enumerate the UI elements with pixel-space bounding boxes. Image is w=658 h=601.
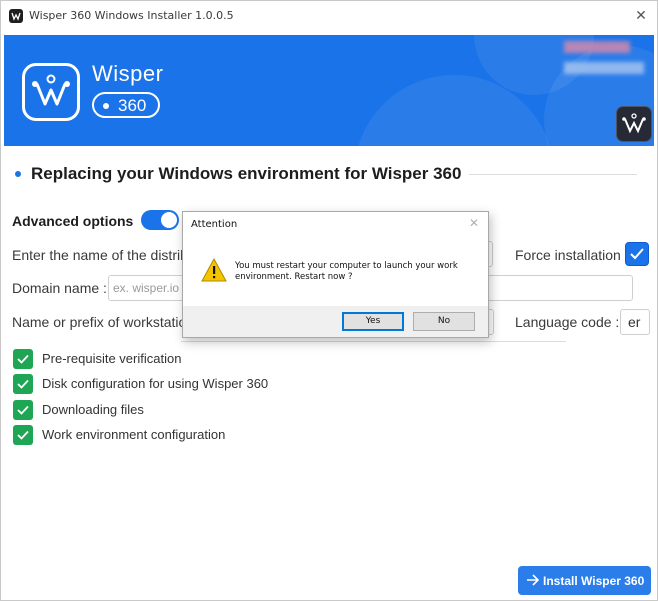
step-label: Disk configuration for using Wisper 360	[42, 376, 269, 391]
force-installation-label: Force installation	[515, 247, 621, 263]
advanced-options-label: Advanced options	[12, 213, 134, 229]
window-title: Wisper 360 Windows Installer 1.0.0.5	[29, 9, 234, 22]
step-done-check-icon	[13, 400, 33, 420]
step-done-check-icon	[13, 374, 33, 394]
force-installation-checkbox[interactable]	[625, 242, 649, 266]
section-title: Replacing your Windows environment for W…	[31, 164, 462, 183]
language-code-input[interactable]: er	[620, 309, 650, 335]
step-done-check-icon	[13, 349, 33, 369]
workstation-label: Name or prefix of workstatio	[12, 314, 187, 330]
dialog-body: You must restart your computer to launch…	[183, 238, 488, 306]
install-button[interactable]: Install Wisper 360	[518, 566, 651, 595]
section-divider	[469, 174, 637, 175]
install-button-label: Install Wisper 360	[543, 574, 645, 588]
no-button[interactable]: No	[413, 312, 475, 331]
blurred-text	[564, 41, 630, 53]
title-bar: Wisper 360 Windows Installer 1.0.0.5 ✕	[1, 1, 657, 31]
pill-dot-icon	[103, 103, 109, 109]
toggle-knob	[161, 212, 177, 228]
installer-window: Wisper 360 Windows Installer 1.0.0.5 ✕ W…	[0, 0, 658, 601]
dialog-message: You must restart your computer to launch…	[235, 261, 458, 282]
wisper-logo	[22, 63, 80, 121]
step-label: Pre-requisite verification	[42, 351, 182, 366]
advanced-options-toggle[interactable]	[141, 210, 179, 230]
app-icon	[9, 9, 23, 23]
form-divider	[181, 341, 566, 342]
wisper-w-small-icon	[622, 113, 646, 134]
dialog-title-bar: Attention ✕	[183, 212, 488, 238]
step-label: Downloading files	[42, 402, 144, 417]
warning-icon	[201, 258, 227, 282]
yes-button[interactable]: Yes	[342, 312, 404, 331]
brand-version: 360	[118, 96, 147, 115]
corner-wisper-logo	[616, 106, 652, 142]
window-close-button[interactable]: ✕	[629, 5, 653, 27]
dialog-close-button[interactable]: ✕	[469, 216, 479, 230]
brand-version-pill: 360	[92, 92, 160, 118]
brand-name: Wisper	[92, 61, 164, 86]
section-bullet-icon	[15, 171, 21, 177]
arrow-right-icon	[527, 574, 540, 586]
attention-dialog: Attention ✕ You must restart your comput…	[182, 211, 489, 338]
distrib-label: Enter the name of the distrib	[12, 247, 188, 263]
checkmark-icon	[630, 248, 644, 260]
step-label: Work environment configuration	[42, 427, 226, 442]
domain-name-label: Domain name :	[12, 280, 107, 296]
wisper-w-logo-icon	[32, 74, 70, 106]
blurred-text	[564, 62, 644, 74]
language-code-label: Language code :	[515, 314, 620, 330]
step-done-check-icon	[13, 425, 33, 445]
dialog-title: Attention	[191, 219, 238, 230]
header-banner: Wisper 360	[4, 35, 654, 146]
